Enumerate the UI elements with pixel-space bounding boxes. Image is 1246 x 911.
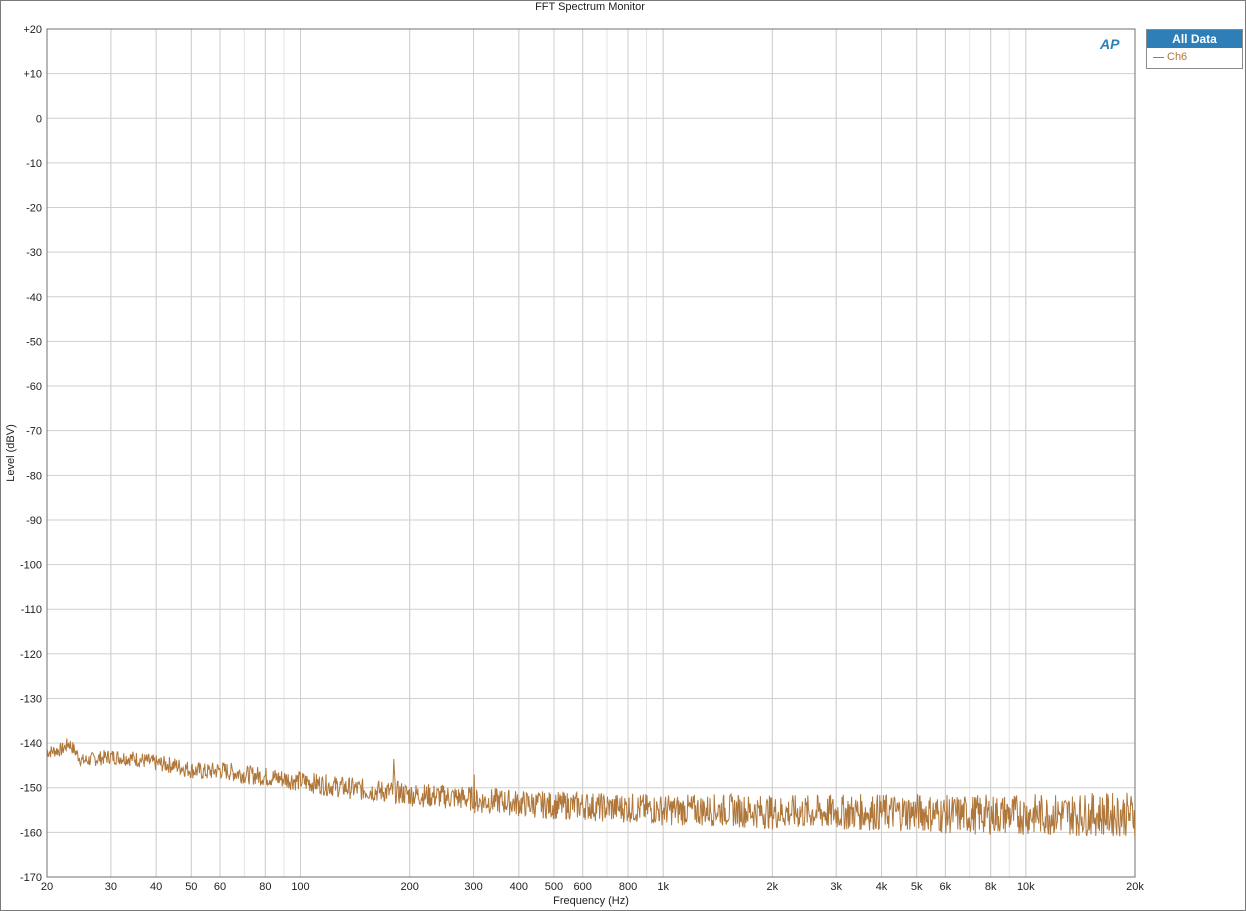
x-tick-label: 5k xyxy=(911,881,923,893)
y-tick-label: -30 xyxy=(26,247,42,259)
legend-item-label: Ch6 xyxy=(1167,51,1188,63)
y-tick-label: -70 xyxy=(26,426,42,438)
y-tick-label: -160 xyxy=(20,827,42,839)
ap-logo: AP xyxy=(1100,36,1120,52)
x-tick-label: 3k xyxy=(830,881,842,893)
x-tick-label: 20 xyxy=(41,881,53,893)
x-tick-label: 20k xyxy=(1126,881,1144,893)
y-tick-label: -150 xyxy=(20,783,42,795)
y-tick-label: -80 xyxy=(26,470,42,482)
y-tick-label: -110 xyxy=(21,604,42,616)
x-tick-label: 4k xyxy=(876,881,888,893)
y-tick-label: -90 xyxy=(26,515,42,527)
x-tick-label: 300 xyxy=(464,881,482,893)
y-tick-label: -40 xyxy=(26,292,42,304)
y-tick-label: 0 xyxy=(36,113,42,125)
y-tick-label: -60 xyxy=(26,381,42,393)
x-tick-label: 6k xyxy=(940,881,952,893)
x-tick-label: 2k xyxy=(767,881,779,893)
y-axis-ticks: +20 +10 0 -10 -20 -30 -40 -50 -60 -70 -80 -90 -100 -1… xyxy=(20,24,42,884)
y-tick-label: -120 xyxy=(20,649,42,661)
x-tick-label: 50 xyxy=(185,881,197,893)
x-tick-label: 1k xyxy=(657,881,669,893)
x-axis-label: Frequency (Hz) xyxy=(553,895,629,907)
legend-item-ch6[interactable]: Ch6 xyxy=(1147,48,1242,67)
y-axis-label: Level (dBV) xyxy=(5,424,17,481)
x-tick-label: 500 xyxy=(545,881,563,893)
x-tick-label: 600 xyxy=(574,881,592,893)
x-tick-label: 8k xyxy=(985,881,997,893)
x-tick-label: 30 xyxy=(105,881,117,893)
y-tick-label: -20 xyxy=(26,203,42,215)
y-tick-label: -130 xyxy=(20,693,42,705)
x-axis-ticks: 20 30 40 50 60 80 100 200 300 400 500 600 800 1k 2k 3k 4… xyxy=(41,881,1144,893)
x-tick-label: 10k xyxy=(1017,881,1035,893)
legend-panel: All Data Ch6 xyxy=(1146,29,1243,69)
x-tick-label: 200 xyxy=(400,881,418,893)
y-tick-label: -10 xyxy=(26,158,42,170)
grid-major xyxy=(46,28,1136,878)
grid-minor xyxy=(46,29,1136,877)
y-tick-label: +20 xyxy=(23,24,42,36)
x-tick-label: 80 xyxy=(259,881,271,893)
chart-svg: 20 30 40 50 60 80 100 200 300 400 500 600 800 1k 2k 3k 4… xyxy=(5,24,1144,907)
y-tick-label: -100 xyxy=(20,560,42,572)
x-tick-label: 40 xyxy=(150,881,162,893)
plot-area[interactable] xyxy=(46,28,1136,878)
legend-swatch xyxy=(1153,57,1164,58)
x-tick-label: 60 xyxy=(214,881,226,893)
x-tick-label: 400 xyxy=(510,881,528,893)
y-tick-label: -140 xyxy=(20,738,42,750)
y-tick-label: -170 xyxy=(20,872,42,884)
x-tick-label: 800 xyxy=(619,881,637,893)
x-tick-label: 100 xyxy=(291,881,309,893)
y-tick-label: +10 xyxy=(23,69,42,81)
y-tick-label: -50 xyxy=(26,336,42,348)
legend-header[interactable]: All Data xyxy=(1147,30,1242,48)
